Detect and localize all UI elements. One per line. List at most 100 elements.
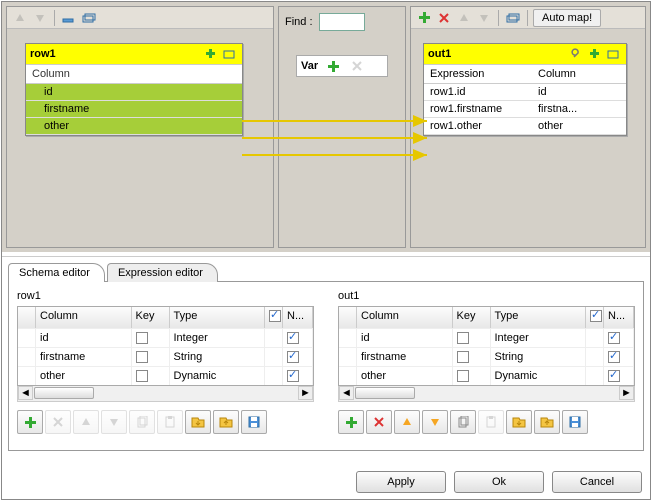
auto-map-button[interactable]: Auto map! (533, 9, 601, 27)
hdr-type[interactable]: Type (170, 307, 266, 328)
add-row-button[interactable] (338, 410, 364, 434)
find-input[interactable] (319, 13, 365, 31)
schema-row1-title: row1 (17, 290, 314, 302)
schema-out1-title: out1 (338, 290, 635, 302)
key-checkbox[interactable] (136, 370, 148, 382)
delete-row-button[interactable] (366, 410, 392, 434)
hdr-check-icon[interactable] (590, 310, 602, 322)
minimize-icon[interactable] (60, 9, 78, 27)
out1-header: out1 (424, 44, 626, 64)
copy-button (129, 410, 155, 434)
add-var-icon[interactable] (324, 57, 342, 75)
export-button[interactable] (534, 410, 560, 434)
find-label: Find : (285, 16, 313, 28)
hdr-check-icon[interactable] (269, 310, 281, 322)
hdr-n[interactable]: N... (283, 307, 313, 328)
scrollbar-h[interactable]: ◄► (17, 386, 314, 402)
tab-schema-editor[interactable]: Schema editor (8, 263, 105, 282)
row1-col-other[interactable]: other (26, 118, 242, 135)
schema-out1-grid: Column Key Type N... idInteger firstname… (338, 306, 635, 386)
add-schema-icon[interactable] (586, 45, 604, 63)
add-schema-icon[interactable] (202, 45, 220, 63)
move-down-button[interactable] (422, 410, 448, 434)
wrench-icon[interactable] (568, 45, 586, 63)
null-checkbox[interactable] (287, 351, 299, 363)
restore-icon[interactable] (80, 9, 98, 27)
move-down-button (101, 410, 127, 434)
delete-output-icon[interactable] (435, 9, 453, 27)
paste-button (478, 410, 504, 434)
schema-row1-grid: Column Key Type N... idInteger firstname… (17, 306, 314, 386)
key-checkbox[interactable] (136, 332, 148, 344)
import-button[interactable] (185, 410, 211, 434)
table-row[interactable]: otherDynamic (18, 366, 313, 385)
out-expr-1[interactable]: row1.firstname (424, 101, 532, 118)
out-expr-2[interactable]: row1.other (424, 118, 532, 135)
table-row[interactable]: firstnameString (339, 347, 634, 366)
column-header: Column (532, 64, 626, 84)
hdr-n[interactable]: N... (604, 307, 634, 328)
scrollbar-h[interactable]: ◄► (338, 386, 635, 402)
table-row[interactable]: idInteger (339, 328, 634, 347)
null-checkbox[interactable] (287, 370, 299, 382)
delete-var-icon (348, 57, 366, 75)
expand-icon[interactable] (604, 45, 622, 63)
middle-panel: Find : Var (278, 6, 406, 248)
find-row: Find : (279, 9, 405, 35)
null-checkbox[interactable] (608, 332, 620, 344)
hdr-key[interactable]: Key (132, 307, 170, 328)
row1-col-id[interactable]: id (26, 84, 242, 101)
null-checkbox[interactable] (608, 370, 620, 382)
save-button[interactable] (562, 410, 588, 434)
save-button[interactable] (241, 410, 267, 434)
arrow-up-icon (11, 9, 29, 27)
paste-button (157, 410, 183, 434)
out-col-1[interactable]: firstna... (532, 101, 626, 118)
move-up-button[interactable] (394, 410, 420, 434)
key-checkbox[interactable] (457, 351, 469, 363)
hdr-column[interactable]: Column (357, 307, 453, 328)
table-row[interactable]: firstnameString (18, 347, 313, 366)
row1-header: row1 (26, 44, 242, 64)
var-label: Var (301, 60, 318, 72)
out1-title: out1 (428, 48, 568, 60)
hdr-column[interactable]: Column (36, 307, 132, 328)
null-checkbox[interactable] (287, 332, 299, 344)
input-toolbar (7, 7, 273, 29)
ok-button[interactable]: Ok (454, 471, 544, 493)
output-toolbar: Auto map! (411, 7, 645, 29)
key-checkbox[interactable] (136, 351, 148, 363)
table-row[interactable]: idInteger (18, 328, 313, 347)
key-checkbox[interactable] (457, 370, 469, 382)
out-col-2[interactable]: other (532, 118, 626, 135)
table-row[interactable]: otherDynamic (339, 366, 634, 385)
key-checkbox[interactable] (457, 332, 469, 344)
import-button[interactable] (506, 410, 532, 434)
out-expr-0[interactable]: row1.id (424, 84, 532, 101)
out-col-0[interactable]: id (532, 84, 626, 101)
null-checkbox[interactable] (608, 351, 620, 363)
cancel-button[interactable]: Cancel (552, 471, 642, 493)
expand-icon[interactable] (220, 45, 238, 63)
apply-button[interactable]: Apply (356, 471, 446, 493)
row1-col-firstname[interactable]: firstname (26, 101, 242, 118)
tab-expression-editor[interactable]: Expression editor (107, 263, 218, 282)
export-button[interactable] (213, 410, 239, 434)
output-panel: Auto map! out1 Expression Column row1.id… (410, 6, 646, 248)
restore-icon[interactable] (504, 9, 522, 27)
add-output-icon[interactable] (415, 9, 433, 27)
column-header: Column (26, 64, 242, 84)
row1-title: row1 (30, 48, 202, 60)
arrow-up-icon (455, 9, 473, 27)
expression-header: Expression (424, 64, 532, 84)
hdr-type[interactable]: Type (491, 307, 587, 328)
var-box: Var (296, 55, 388, 77)
copy-button[interactable] (450, 410, 476, 434)
move-up-button (73, 410, 99, 434)
add-row-button[interactable] (17, 410, 43, 434)
schema-row1-pane: row1 Column Key Type N... idInteger fi (17, 290, 314, 442)
hdr-key[interactable]: Key (453, 307, 491, 328)
row1-box: row1 Column id firstname other (25, 43, 243, 136)
input-panel: row1 Column id firstname other (6, 6, 274, 248)
schema-out1-pane: out1 Column Key Type N... idInteger fi (338, 290, 635, 442)
